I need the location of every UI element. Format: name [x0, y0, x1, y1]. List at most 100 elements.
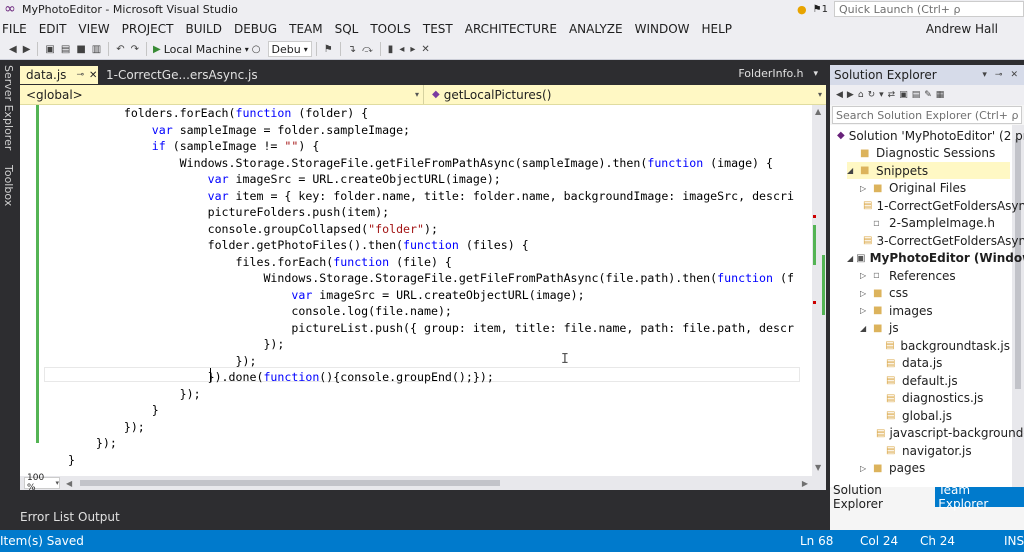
code-line[interactable]: folders.forEach(function (folder) {	[68, 105, 794, 122]
tab-correct-get-folders-async[interactable]: 1-CorrectGe...ersAsync.js	[100, 66, 264, 84]
scroll-left-icon[interactable]: ◀	[66, 479, 72, 488]
properties-icon[interactable]: ✎	[924, 90, 932, 100]
server-explorer-tab[interactable]: Server Explorer	[2, 65, 15, 150]
collapsed-arrow-icon[interactable]: ▷	[860, 464, 870, 473]
open-file-icon[interactable]: ▤	[61, 44, 70, 55]
tree-item[interactable]: ▤ diagnostics.js	[873, 390, 1010, 407]
preview-icon[interactable]: ▦	[936, 90, 945, 100]
menu-tools[interactable]: TOOLS	[364, 22, 417, 36]
scroll-up-icon[interactable]: ▲	[815, 107, 821, 116]
code-line[interactable]: Windows.Storage.StorageFile.getFileFromP…	[68, 155, 794, 172]
code-line[interactable]: pictureList.push({ group: item, title: f…	[68, 320, 794, 337]
collapsed-arrow-icon[interactable]: ▷	[860, 289, 870, 298]
tree-item[interactable]: ■ Diagnostic Sessions	[847, 145, 1010, 162]
member-dropdown[interactable]: ◆ getLocalPictures() ▾	[424, 85, 826, 104]
quick-launch-input[interactable]: Quick Launch (Ctrl+ ρ	[834, 1, 1024, 17]
menu-debug[interactable]: DEBUG	[228, 22, 283, 36]
tree-item[interactable]: ◢ ■ Snippets	[847, 162, 1010, 179]
show-all-files-icon[interactable]: ▤	[912, 90, 921, 100]
tree-item[interactable]: ▤ 3-CorrectGetFoldersAsyn	[860, 232, 1024, 249]
browser-link-icon[interactable]: ⚑	[324, 44, 333, 55]
notifications-flag[interactable]: ⚑1	[813, 4, 828, 15]
expanded-arrow-icon[interactable]: ◢	[847, 166, 857, 175]
scope-dropdown[interactable]: <global> ▾	[20, 85, 424, 104]
tab-team-explorer[interactable]: Team Explorer	[935, 483, 1024, 511]
code-line[interactable]: }).done(function(){console.groupEnd();})…	[68, 369, 794, 386]
forward-icon[interactable]: ▶	[847, 90, 854, 100]
tree-item[interactable]: ▫ 2-SampleImage.h	[860, 215, 1010, 232]
forward-icon[interactable]: ▶	[23, 44, 31, 55]
home-icon[interactable]: ⌂	[858, 90, 864, 100]
code-line[interactable]: });	[68, 419, 794, 436]
signed-in-user[interactable]: Andrew Hall	[926, 22, 998, 36]
tab-folderinfo-h[interactable]: FolderInfo.h	[738, 67, 803, 80]
zoom-level-select[interactable]: 100 % ▾	[24, 473, 60, 490]
redo-icon[interactable]: ↷	[131, 44, 139, 55]
tree-item[interactable]: ▷ ■ css	[860, 285, 1010, 302]
code-line[interactable]: }	[68, 452, 794, 469]
code-line[interactable]: });	[68, 353, 794, 370]
tab-overflow-chevron-icon[interactable]: ▾	[813, 69, 818, 79]
tree-item[interactable]: ▤ navigator.js	[873, 442, 1010, 459]
scroll-thumb[interactable]	[80, 480, 501, 486]
code-text[interactable]: folders.forEach(function (folder) { var …	[68, 105, 794, 490]
menu-window[interactable]: WINDOW	[629, 22, 696, 36]
save-icon[interactable]: ■	[76, 44, 85, 55]
tree-item[interactable]: ▷ ■ pages	[860, 460, 1010, 477]
collapsed-arrow-icon[interactable]: ▷	[860, 306, 870, 315]
menu-help[interactable]: HELP	[696, 22, 739, 36]
save-all-icon[interactable]: ▥	[92, 44, 101, 55]
editor-vertical-scrollbar[interactable]: ▲ ▼	[812, 105, 826, 490]
refresh-icon[interactable]: ↻	[868, 90, 876, 100]
configuration-select[interactable]: Debu ▾	[267, 41, 312, 57]
menu-view[interactable]: VIEW	[72, 22, 115, 36]
menu-team[interactable]: TEAM	[283, 22, 328, 36]
pending-changes-icon[interactable]: ▾	[879, 90, 884, 100]
code-line[interactable]: Windows.Storage.StorageFile.getFileFromP…	[68, 270, 794, 287]
tree-item[interactable]: ▤ default.js	[873, 372, 1010, 389]
tree-item[interactable]: ▤ backgroundtask.js	[873, 337, 1010, 354]
menu-analyze[interactable]: ANALYZE	[563, 22, 629, 36]
tree-item[interactable]: ▷ ▫ References	[860, 267, 1010, 284]
code-line[interactable]: var imageSrc = URL.createObjectURL(image…	[68, 171, 794, 188]
code-line[interactable]: files.forEach(function (file) {	[68, 254, 794, 271]
tree-item[interactable]: ◢ ■ js	[860, 320, 1010, 337]
chevron-down-icon[interactable]: ▾	[982, 70, 987, 80]
code-line[interactable]: });	[68, 386, 794, 403]
notification-bulb-icon[interactable]: ●	[797, 3, 807, 16]
collapsed-arrow-icon[interactable]: ▷	[860, 184, 870, 193]
tree-item[interactable]: ▤ data.js	[873, 355, 1010, 372]
step-into-icon[interactable]: ↴	[348, 44, 356, 55]
tree-item[interactable]: ▤ javascript-background-	[873, 425, 1024, 442]
menu-build[interactable]: BUILD	[179, 22, 227, 36]
tab-error-list[interactable]: Error List	[20, 510, 74, 524]
pin-icon[interactable]: ⊸	[76, 70, 84, 80]
tree-item[interactable]: ▷ ■ images	[860, 302, 1010, 319]
back-icon[interactable]: ◀	[9, 44, 17, 55]
next-bookmark-icon[interactable]: ▸	[410, 44, 415, 55]
code-line[interactable]: });	[68, 336, 794, 353]
tab-solution-explorer[interactable]: Solution Explorer	[830, 483, 936, 511]
code-line[interactable]: var imageSrc = URL.createObjectURL(image…	[68, 287, 794, 304]
pin-icon[interactable]: ⊸	[995, 70, 1003, 80]
undo-icon[interactable]: ↶	[116, 44, 124, 55]
tree-item[interactable]: ◢ ▣ MyPhotoEditor (Windows	[847, 250, 1024, 267]
tree-item[interactable]: ◆ Solution 'MyPhotoEditor' (2 pr	[834, 127, 1024, 144]
code-line[interactable]: console.log(file.name);	[68, 303, 794, 320]
step-over-icon[interactable]: ⤼	[362, 44, 373, 55]
code-line[interactable]: var item = { key: folder.name, title: fo…	[68, 188, 794, 205]
editor-horizontal-scrollbar[interactable]: 100 % ▾ ◀ ▶	[20, 473, 812, 490]
menu-sql[interactable]: SQL	[329, 22, 365, 36]
tree-item[interactable]: ▤ 1-CorrectGetFoldersAsync	[860, 197, 1024, 214]
menu-edit[interactable]: EDIT	[33, 22, 73, 36]
collapsed-arrow-icon[interactable]: ▷	[860, 271, 870, 280]
code-line[interactable]: folder.getPhotoFiles().then(function (fi…	[68, 237, 794, 254]
back-icon[interactable]: ◀	[836, 90, 843, 100]
tab-output[interactable]: Output	[78, 510, 120, 524]
menu-test[interactable]: TEST	[417, 22, 459, 36]
expanded-arrow-icon[interactable]: ◢	[847, 254, 853, 263]
menu-file[interactable]: FILE	[0, 22, 33, 36]
tab-data-js[interactable]: data.js ⊸ ✕	[20, 66, 98, 84]
sync-icon[interactable]: ⇄	[888, 90, 896, 100]
attach-icon[interactable]: ○	[252, 44, 261, 55]
